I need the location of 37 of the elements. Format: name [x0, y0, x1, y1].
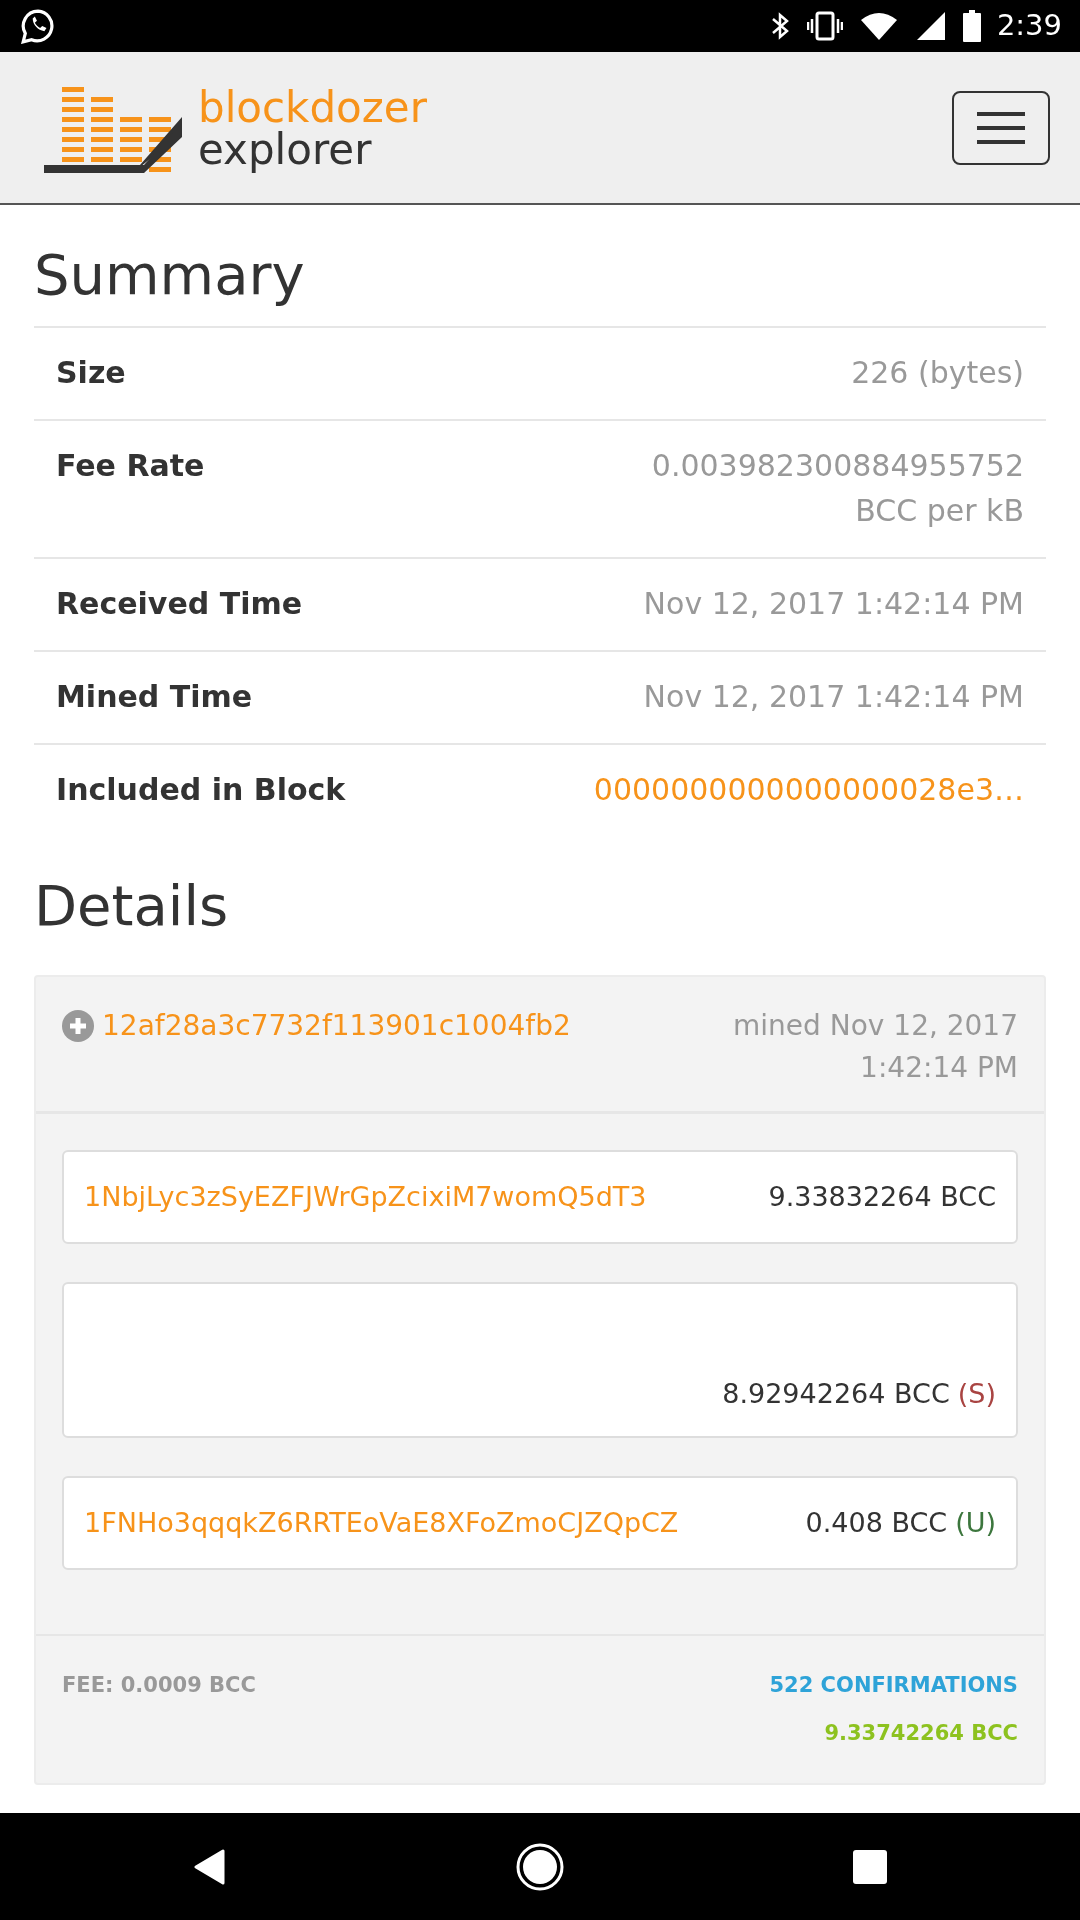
- home-icon[interactable]: [516, 1842, 564, 1891]
- menu-icon: [977, 110, 1025, 145]
- row-label: Included in Block: [56, 771, 346, 810]
- section-heading: Details: [34, 872, 230, 941]
- confirmations-count: 522 CONFIRMATIONS: [769, 1672, 1018, 1700]
- row-label: Size: [56, 354, 126, 393]
- vibrate-icon: [806, 10, 843, 42]
- block-hash-link[interactable]: 0000000000000000028e3…: [593, 767, 1024, 813]
- recents-icon[interactable]: [853, 1849, 888, 1884]
- row-label: Mined Time: [56, 678, 253, 717]
- output-amount: 9.33832264 BCC: [768, 1180, 996, 1215]
- total-amount: 9.33742264 BCC: [824, 1719, 1018, 1747]
- row-value: 0.003982300884955752 BCC per kB: [650, 447, 1024, 531]
- output-amount: 0.408 BCC: [805, 1506, 948, 1541]
- fee-label: FEE: 0.0009 BCC: [62, 1672, 256, 1700]
- transaction-id-link[interactable]: 12af28a3c7732f113901c1004fb2: [102, 1005, 571, 1048]
- row-label: Fee Rate: [56, 447, 205, 486]
- wifi-icon: [858, 10, 899, 42]
- battery-icon: [962, 10, 981, 42]
- brand-subtitle: explorer: [198, 128, 373, 171]
- output-status-label: (U): [955, 1506, 996, 1541]
- row-value: Nov 12, 2017 1:42:14 PM: [643, 585, 1024, 624]
- section-heading: Summary: [34, 241, 306, 309]
- output-amount: 8.92942264 BCC: [722, 1376, 950, 1411]
- row-value: Nov 12, 2017 1:42:14 PM: [643, 678, 1024, 717]
- address-link[interactable]: 1FNHo3qqqkZ6RRTEoVaE8XFoZmoCJZQpCZ: [84, 1503, 679, 1544]
- chat-bubble-icon: [20, 8, 56, 44]
- menu-button[interactable]: [952, 90, 1050, 165]
- brand-name: blockdozer: [198, 86, 427, 129]
- expand-plus-icon[interactable]: [62, 1010, 94, 1043]
- back-icon[interactable]: [192, 1848, 227, 1885]
- mined-time: mined Nov 12, 2017 1:42:14 PM: [732, 1008, 1018, 1087]
- clock-time: 2:39: [996, 7, 1062, 45]
- row-value: 226 (bytes): [851, 354, 1024, 393]
- output-status-label: (S): [957, 1376, 996, 1411]
- row-label: Received Time: [56, 585, 303, 624]
- address-link[interactable]: 1NbjLyc3zSyEZFJWrGpZcixiM7womQ5dT3: [84, 1177, 647, 1218]
